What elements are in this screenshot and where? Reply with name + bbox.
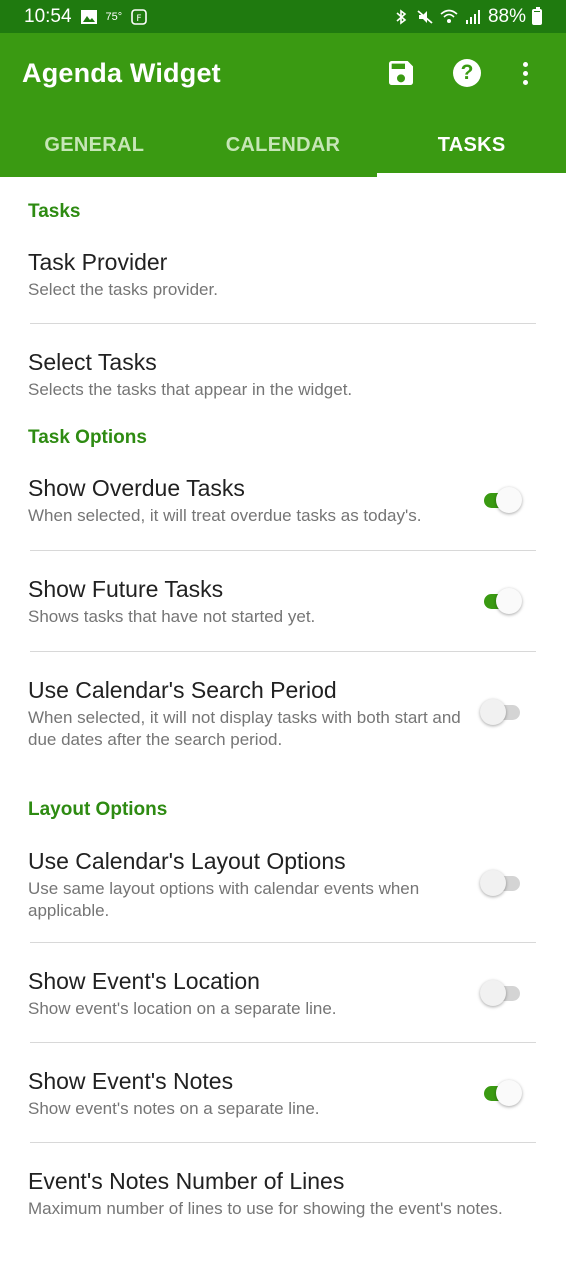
pref-summary: Use same layout options with calendar ev… <box>28 879 420 920</box>
wifi-icon <box>440 9 458 23</box>
save-button[interactable] <box>382 54 420 92</box>
tab-tasks[interactable]: TASKS <box>377 113 566 177</box>
bluetooth-icon <box>396 8 407 25</box>
use-calendar-layout-options-switch[interactable] <box>480 868 528 898</box>
pref-title: Select Tasks <box>28 349 157 375</box>
settings-list: Tasks Task Provider Select the tasks pro… <box>0 177 566 1220</box>
overflow-menu-button[interactable] <box>506 54 544 92</box>
pref-summary: Show event's notes on a separate line. <box>28 1099 320 1118</box>
pref-show-event-notes[interactable]: Show Event's Notes Show event's notes on… <box>0 1066 566 1142</box>
pref-title: Use Calendar's Layout Options <box>28 848 346 874</box>
pref-task-provider[interactable]: Task Provider Select the tasks provider. <box>0 247 566 323</box>
signal-icon <box>465 9 480 24</box>
pref-select-tasks[interactable]: Select Tasks Selects the tasks that appe… <box>0 347 566 423</box>
battery-icon <box>532 6 542 25</box>
nfc-icon: F <box>131 8 147 25</box>
divider <box>30 1142 536 1143</box>
app-title: Agenda Widget <box>22 57 221 88</box>
pref-title: Event's Notes Number of Lines <box>28 1168 345 1194</box>
status-time: 10:54 <box>24 5 72 27</box>
section-title-layout-options: Layout Options <box>28 799 168 820</box>
pref-show-future-tasks[interactable]: Show Future Tasks Shows tasks that have … <box>0 574 566 651</box>
tab-bar: GENERAL CALENDAR TASKS <box>0 113 566 177</box>
pref-title: Show Overdue Tasks <box>28 475 245 501</box>
pref-summary: Maximum number of lines to use for showi… <box>28 1199 503 1218</box>
pref-title: Show Event's Location <box>28 968 260 994</box>
pref-use-calendar-search-period[interactable]: Use Calendar's Search Period When select… <box>0 675 566 795</box>
divider <box>30 550 536 551</box>
app-bar: Agenda Widget ? <box>0 33 566 113</box>
svg-text:F: F <box>137 14 142 24</box>
status-bar: 10:54 75° F 88% <box>0 0 566 33</box>
pref-summary: When selected, it will treat overdue tas… <box>28 506 422 525</box>
divider <box>30 651 536 652</box>
divider <box>30 1042 536 1043</box>
mute-icon <box>417 9 433 24</box>
divider <box>30 942 536 943</box>
pref-show-event-location[interactable]: Show Event's Location Show event's locat… <box>0 966 566 1042</box>
pref-title: Show Event's Notes <box>28 1068 234 1094</box>
pref-show-overdue-tasks[interactable]: Show Overdue Tasks When selected, it wil… <box>0 473 566 550</box>
show-overdue-tasks-switch[interactable] <box>480 485 528 515</box>
pref-summary: Shows tasks that have not started yet. <box>28 607 316 626</box>
pref-summary: Show event's location on a separate line… <box>28 999 337 1018</box>
pref-event-notes-number-of-lines[interactable]: Event's Notes Number of Lines Maximum nu… <box>0 1166 566 1220</box>
help-icon: ? <box>453 59 481 87</box>
status-battery-percent: 88% <box>487 5 526 27</box>
pref-summary: When selected, it will not display tasks… <box>28 708 461 749</box>
pref-title: Use Calendar's Search Period <box>28 677 337 703</box>
save-icon <box>389 61 413 85</box>
pref-use-calendar-layout-options[interactable]: Use Calendar's Layout Options Use same l… <box>0 846 566 942</box>
status-temperature: 75° <box>105 10 123 23</box>
use-calendar-search-period-switch[interactable] <box>480 697 528 727</box>
show-event-location-switch[interactable] <box>480 978 528 1008</box>
divider <box>30 323 536 324</box>
pref-title: Show Future Tasks <box>28 576 224 602</box>
pref-summary: Selects the tasks that appear in the wid… <box>28 380 353 399</box>
pref-title: Task Provider <box>28 249 168 275</box>
more-vert-icon <box>522 61 528 85</box>
tab-calendar[interactable]: CALENDAR <box>189 113 378 177</box>
tab-general[interactable]: GENERAL <box>0 113 189 177</box>
section-title-task-options: Task Options <box>28 427 147 448</box>
show-future-tasks-switch[interactable] <box>480 586 528 616</box>
pref-summary: Select the tasks provider. <box>28 280 218 299</box>
help-button[interactable]: ? <box>448 54 486 92</box>
show-event-notes-switch[interactable] <box>480 1078 528 1108</box>
section-title-tasks: Tasks <box>28 201 81 222</box>
gallery-icon <box>80 9 97 24</box>
